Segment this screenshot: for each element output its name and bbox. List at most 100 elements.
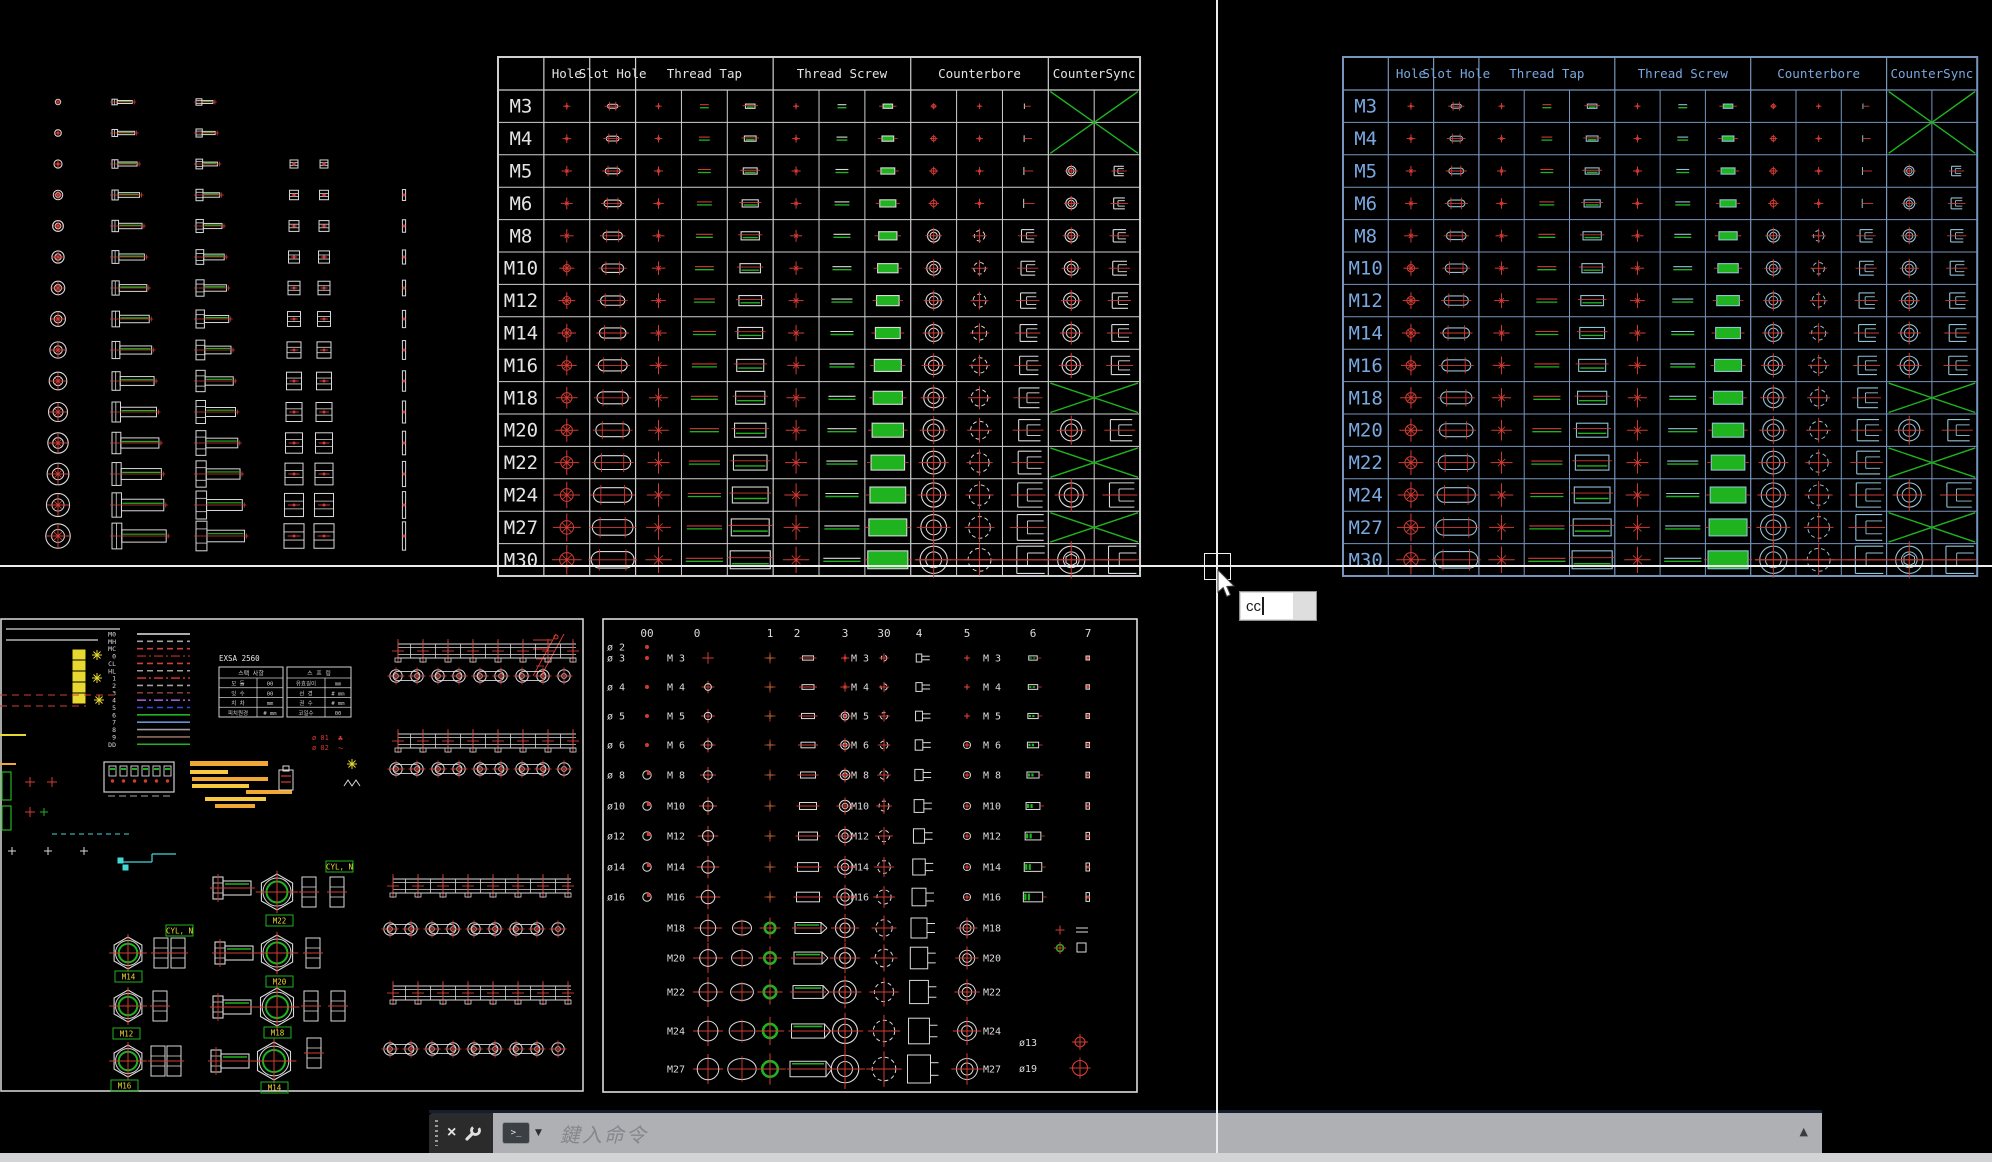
svg-text:M4: M4 <box>509 128 532 150</box>
svg-text:Thread Screw: Thread Screw <box>797 66 888 81</box>
dynamic-input-field[interactable]: cc <box>1241 593 1293 619</box>
svg-text:M 4: M 4 <box>667 683 685 694</box>
svg-text:유효길이: 유효길이 <box>296 680 316 688</box>
left-fastener-table: HoleSlot HoleThread TapThread ScrewCount… <box>498 57 1140 578</box>
svg-text:Thread Tap: Thread Tap <box>667 66 742 81</box>
dynamic-input-box[interactable]: cc <box>1239 591 1317 621</box>
svg-text:M14: M14 <box>504 323 538 345</box>
recent-commands-dropdown-icon[interactable]: ▼ <box>535 1128 542 1138</box>
dynamic-input-empty <box>1294 593 1315 619</box>
drawing-canvas[interactable]: HoleSlot HoleThread TapThread ScrewCount… <box>0 0 1992 1162</box>
svg-text:5: 5 <box>964 627 971 640</box>
svg-text:ø 6: ø 6 <box>607 741 625 752</box>
bottom-left-panel: M0MHMC0CLHL123456789DDEXSA 2560스팩 사항모 듈0… <box>0 619 583 1093</box>
command-prompt-icon[interactable]: >_ <box>502 1122 530 1144</box>
dynamic-input-value: cc <box>1246 598 1261 615</box>
svg-text:M18: M18 <box>271 1029 285 1038</box>
svg-text:00: 00 <box>640 627 653 640</box>
prompt-glyph: >_ <box>511 1128 522 1138</box>
svg-text:3: 3 <box>842 627 849 640</box>
svg-text:M14: M14 <box>983 863 1001 874</box>
svg-text:# mm: # mm <box>331 691 345 697</box>
command-input[interactable]: >_ ▼ 鍵入命令 ▲ <box>493 1113 1822 1153</box>
svg-text:ø 3: ø 3 <box>607 654 625 665</box>
svg-text:M 6: M 6 <box>667 741 685 752</box>
svg-text:ø14: ø14 <box>607 863 625 874</box>
crosshair-horizontal-line <box>0 565 1992 567</box>
svg-text:# mm: # mm <box>263 711 277 717</box>
svg-text:피치원경: 피치원경 <box>228 709 248 717</box>
svg-text:Thread Screw: Thread Screw <box>1638 66 1729 81</box>
svg-text:M12: M12 <box>851 832 869 843</box>
svg-text:스팩 사항: 스팩 사항 <box>238 670 264 678</box>
expand-history-icon[interactable]: ▲ <box>1800 1125 1808 1138</box>
svg-text:M10: M10 <box>504 258 538 280</box>
svg-text:EXSA 2560: EXSA 2560 <box>219 654 260 663</box>
close-icon[interactable]: × <box>447 1124 456 1142</box>
svg-text:ø 4: ø 4 <box>607 683 625 694</box>
svg-text:M 5: M 5 <box>667 712 685 723</box>
svg-text:M16: M16 <box>504 355 538 377</box>
svg-text:M16: M16 <box>1348 355 1382 377</box>
svg-text:M30: M30 <box>504 549 538 571</box>
svg-text:잇 수: 잇 수 <box>231 690 244 697</box>
svg-text:00: 00 <box>267 691 274 697</box>
svg-text:ø12: ø12 <box>607 832 625 843</box>
svg-text:M 8: M 8 <box>667 771 685 782</box>
svg-text:mm: mm <box>267 701 274 707</box>
svg-text:M5: M5 <box>509 161 532 183</box>
svg-text:M20: M20 <box>983 954 1001 965</box>
svg-text:M12: M12 <box>504 290 538 312</box>
svg-text:ø 8: ø 8 <box>607 771 625 782</box>
svg-text:M27: M27 <box>667 1065 685 1076</box>
svg-text:M20: M20 <box>1348 420 1382 442</box>
svg-text:M8: M8 <box>1354 225 1377 247</box>
svg-text:ø16: ø16 <box>607 893 625 904</box>
svg-text:M22: M22 <box>1348 452 1382 474</box>
command-placeholder: 鍵入命令 <box>560 1119 648 1148</box>
svg-text:M16: M16 <box>983 893 1001 904</box>
svg-text:ø13: ø13 <box>1019 1038 1037 1049</box>
svg-text:ø 5: ø 5 <box>607 712 625 723</box>
right-fastener-table: HoleSlot HoleThread TapThread ScrewCount… <box>1343 57 1977 578</box>
svg-text:M 4: M 4 <box>983 683 1001 694</box>
svg-text:M14: M14 <box>1348 323 1382 345</box>
svg-text:Counterbore: Counterbore <box>1777 66 1860 81</box>
mouse-cursor-arrow <box>1217 569 1241 601</box>
svg-text:M6: M6 <box>509 193 532 215</box>
svg-text:모 듈: 모 듈 <box>231 681 244 688</box>
svg-text:7: 7 <box>1085 627 1092 640</box>
command-line-bar: × >_ ▼ 鍵入命令 ▲ <box>429 1110 1822 1153</box>
svg-text:M18: M18 <box>504 387 538 409</box>
svg-text:M18: M18 <box>983 924 1001 935</box>
svg-text:# mm: # mm <box>331 701 345 707</box>
svg-text:30: 30 <box>877 627 890 640</box>
svg-text:Thread Tap: Thread Tap <box>1509 66 1584 81</box>
svg-text:M 3: M 3 <box>983 654 1001 665</box>
autocad-viewport: HoleSlot HoleThread TapThread ScrewCount… <box>0 0 1992 1162</box>
svg-text:M 8: M 8 <box>983 771 1001 782</box>
svg-text:ø 2: ø 2 <box>607 643 625 654</box>
svg-text:M 5: M 5 <box>851 712 869 723</box>
svg-text:M 3: M 3 <box>667 654 685 665</box>
svg-text:M22: M22 <box>983 988 1001 999</box>
drag-grip[interactable] <box>435 1120 438 1146</box>
svg-text:M18: M18 <box>667 924 685 935</box>
svg-text:M3: M3 <box>509 96 532 118</box>
bottom-middle-table: 000123304567ø 2ø 3M 3M 3M 3ø 4M 4M 4M 4ø… <box>603 619 1137 1092</box>
svg-text:M22: M22 <box>273 917 287 926</box>
svg-text:M12: M12 <box>1348 290 1382 312</box>
svg-text:M 5: M 5 <box>983 712 1001 723</box>
svg-text:M 6: M 6 <box>983 741 1001 752</box>
svg-text:M20: M20 <box>667 954 685 965</box>
svg-text:M12: M12 <box>667 832 685 843</box>
svg-text:Counterbore: Counterbore <box>938 66 1021 81</box>
svg-text:Hole: Hole <box>552 66 582 81</box>
svg-text:4: 4 <box>916 627 923 640</box>
svg-text:M10: M10 <box>1348 258 1382 280</box>
svg-text:CounterSync: CounterSync <box>1891 66 1974 81</box>
svg-text:M27: M27 <box>983 1065 1001 1076</box>
customize-wrench-icon[interactable] <box>463 1124 481 1142</box>
svg-text:M27: M27 <box>1348 517 1382 539</box>
svg-text:00: 00 <box>267 682 274 688</box>
